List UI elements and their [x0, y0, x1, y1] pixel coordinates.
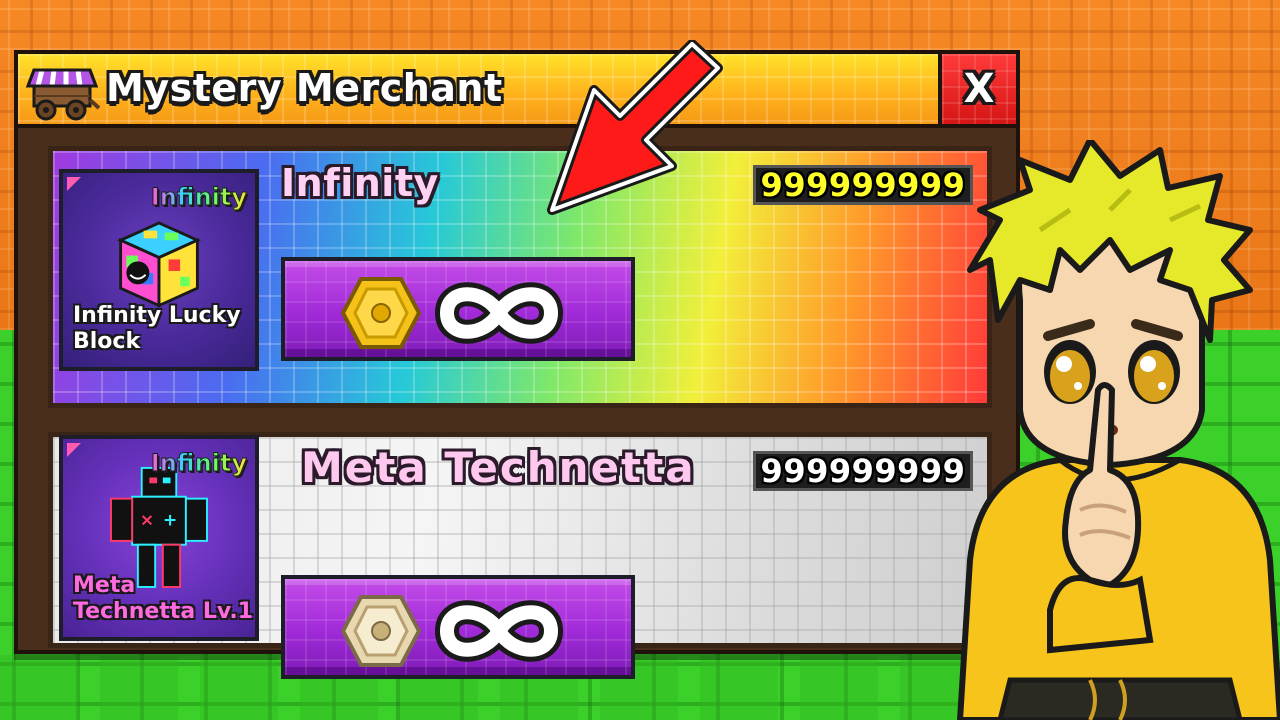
infinity-icon — [434, 600, 564, 662]
buy-button[interactable] — [281, 575, 635, 679]
thumbnail-item-name: Infinity Lucky Block — [73, 303, 241, 354]
item-title: Meta Technetta — [301, 443, 696, 492]
close-icon[interactable]: X — [964, 66, 995, 112]
mystery-merchant-window: Mystery Merchant X Infinity Infinity Luc… — [14, 50, 1020, 679]
rarity-label: Infinity — [150, 183, 247, 212]
gold-coin-icon — [341, 277, 421, 349]
svg-text:+: + — [163, 511, 177, 531]
shop-item-card: × + Infinity Infinity Meta Technetta Lv.… — [48, 432, 992, 679]
stock-count: 999999999 — [760, 452, 966, 490]
merchant-cart-icon — [25, 68, 100, 121]
window-title: Mystery Merchant — [106, 66, 503, 110]
infinity-icon — [434, 282, 564, 344]
close-button[interactable]: X — [938, 54, 1016, 128]
silver-coin-icon — [341, 595, 421, 667]
title-bar: Mystery Merchant — [18, 54, 942, 128]
rarity-label: Infinity — [150, 449, 247, 478]
shop-item-card: Infinity Infinity Infinity Lucky Block I… — [48, 146, 992, 408]
item-title: Infinity — [281, 161, 439, 205]
thumbnail-item-name: Meta Technetta Lv.1 — [73, 573, 254, 624]
red-arrow-icon — [547, 40, 723, 215]
yellow-hair-avatar — [956, 140, 1280, 720]
buy-button[interactable] — [281, 257, 635, 361]
item-thumbnail: Infinity Infinity Infinity Lucky Block — [59, 169, 259, 371]
item-thumbnail: × + Infinity Infinity Meta Technetta Lv.… — [59, 435, 259, 641]
stock-count: 999999999 — [760, 166, 966, 204]
svg-text:×: × — [140, 511, 154, 531]
